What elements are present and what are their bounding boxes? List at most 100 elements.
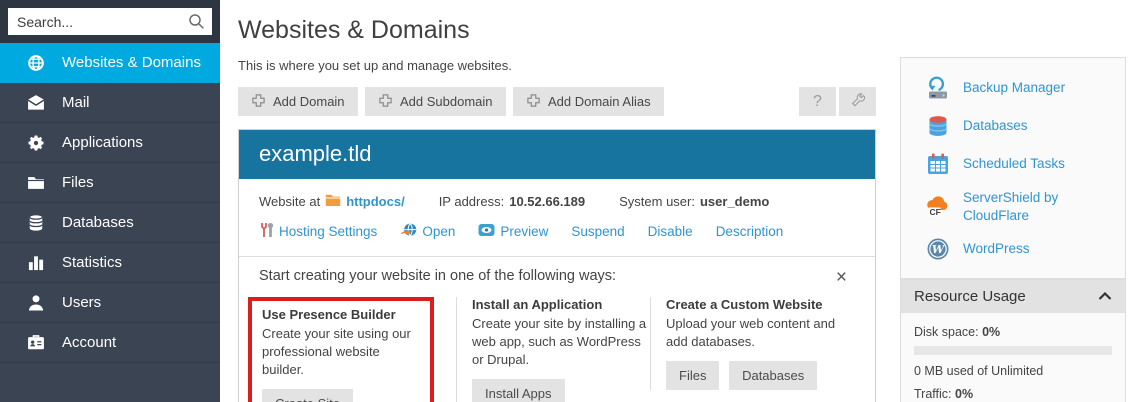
sidebar-item-databases[interactable]: Databases [0, 203, 220, 243]
gear-icon [26, 133, 46, 153]
svg-text:W: W [932, 243, 946, 256]
cloudflare-icon: CF [925, 194, 951, 220]
create-site-button[interactable]: Create Site [262, 389, 353, 402]
sidebar-item-users[interactable]: Users [0, 283, 220, 323]
website-at-label: Website at [259, 194, 320, 209]
preview-link[interactable]: Preview [478, 223, 548, 240]
install-apps-button[interactable]: Install Apps [472, 379, 565, 402]
wordpress-link[interactable]: W WordPress [901, 230, 1125, 268]
page-title: Websites & Domains [238, 16, 876, 45]
option-description: Create your site by installing a web app… [472, 315, 650, 369]
sidebar-item-label: Applications [62, 134, 143, 151]
website-options: Use Presence Builder Create your site us… [259, 297, 855, 402]
option-title: Use Presence Builder [262, 307, 420, 322]
option-description: Create your site using our professional … [262, 325, 420, 379]
folder-icon [26, 173, 46, 193]
id-card-icon [26, 333, 46, 353]
httpdocs-link[interactable]: httpdocs/ [346, 194, 405, 209]
description-link[interactable]: Description [716, 224, 784, 239]
chevron-up-icon [1098, 288, 1112, 305]
sidebar-item-account[interactable]: Account [0, 323, 220, 363]
calendar-icon [925, 151, 951, 177]
eye-icon [478, 223, 495, 240]
question-icon: ? [813, 93, 822, 111]
sidebar-item-files[interactable]: Files [0, 163, 220, 203]
add-domain-button[interactable]: Add Domain [238, 87, 358, 116]
domain-info-row: Website at httpdocs/ IP address: 10.52.6… [259, 193, 855, 210]
domain-name: example.tld [239, 130, 875, 179]
main-content: Websites & Domains This is where you set… [238, 0, 876, 402]
plesk-page: Websites & Domains Mail Applications Fil… [0, 0, 1144, 402]
settings-button[interactable] [839, 87, 876, 116]
person-icon [26, 293, 46, 313]
start-prompt: Start creating your website in one of th… [259, 268, 616, 284]
backup-manager-link[interactable]: Backup Manager [901, 69, 1125, 107]
sidebar-item-label: Mail [62, 94, 90, 111]
wordpress-icon: W [925, 236, 951, 262]
databases-link[interactable]: Databases [901, 107, 1125, 145]
tools-panel: Backup Manager Databases Scheduled Tasks… [900, 57, 1126, 279]
sidebar-item-mail[interactable]: Mail [0, 83, 220, 123]
page-subtitle: This is where you set up and manage webs… [238, 58, 876, 73]
disk-used-line: 0 MB used of Unlimited [914, 364, 1112, 378]
plus-icon [526, 93, 541, 111]
option-title: Create a Custom Website [666, 297, 840, 312]
disk-space-value: 0% [982, 325, 1000, 339]
database-icon [26, 213, 46, 233]
option-install-application: Install an Application Create your site … [456, 297, 650, 402]
search-icon[interactable] [188, 13, 205, 35]
domain-card: example.tld Website at httpdocs/ IP addr… [238, 129, 876, 402]
sidebar-item-label: Websites & Domains [62, 54, 201, 71]
open-link[interactable]: Open [400, 222, 455, 241]
tools-icon [259, 222, 274, 241]
databases-button[interactable]: Databases [729, 361, 817, 390]
files-button[interactable]: Files [666, 361, 719, 390]
add-domain-alias-button[interactable]: Add Domain Alias [513, 87, 664, 116]
sidebar: Websites & Domains Mail Applications Fil… [0, 0, 220, 402]
plus-icon [378, 93, 393, 111]
ip-value: 10.52.66.189 [509, 194, 585, 209]
sidebar-item-label: Statistics [62, 254, 122, 271]
disk-space-line: Disk space: 0% [914, 325, 1112, 339]
resource-usage-header[interactable]: Resource Usage [901, 280, 1125, 313]
sidebar-item-websites-domains[interactable]: Websites & Domains [0, 43, 220, 83]
hosting-settings-link[interactable]: Hosting Settings [259, 222, 377, 241]
help-button[interactable]: ? [799, 87, 836, 116]
database-color-icon [925, 113, 951, 139]
bar-chart-icon [26, 253, 46, 273]
domain-actions-row: Hosting Settings Open Preview Suspend [259, 222, 855, 241]
suspend-link[interactable]: Suspend [571, 224, 624, 239]
sidebar-item-applications[interactable]: Applications [0, 123, 220, 163]
traffic-value: 0% [955, 387, 973, 401]
disk-space-meter [914, 346, 1112, 355]
option-presence-builder: Use Presence Builder Create your site us… [248, 297, 434, 402]
add-subdomain-button[interactable]: Add Subdomain [365, 87, 506, 116]
envelope-icon [26, 93, 46, 113]
open-site-icon [400, 222, 417, 241]
ip-label: IP address: [439, 194, 505, 209]
servershield-link[interactable]: CF ServerShield by CloudFlare [901, 183, 1125, 230]
wrench-icon [849, 91, 867, 112]
sidebar-item-label: Account [62, 334, 116, 351]
system-user-value: user_demo [700, 194, 769, 209]
sidebar-item-statistics[interactable]: Statistics [0, 243, 220, 283]
traffic-line: Traffic: 0% [914, 387, 1112, 401]
toolbar: Add Domain Add Subdomain Add Domain Alia… [238, 87, 876, 116]
search-input[interactable] [8, 8, 212, 35]
disable-link[interactable]: Disable [648, 224, 693, 239]
resource-usage-title: Resource Usage [914, 288, 1026, 305]
folder-icon [325, 193, 341, 210]
search-area [0, 0, 220, 43]
sidebar-item-label: Files [62, 174, 94, 191]
option-description: Upload your web content and add database… [666, 315, 840, 351]
scheduled-tasks-link[interactable]: Scheduled Tasks [901, 145, 1125, 183]
start-creating-section: Start creating your website in one of th… [239, 256, 875, 402]
resource-usage-panel: Resource Usage Disk space: 0% 0 MB used … [900, 279, 1126, 402]
option-title: Install an Application [472, 297, 650, 312]
sidebar-item-label: Users [62, 294, 101, 311]
close-icon[interactable]: × [836, 268, 847, 287]
svg-text:CF: CF [930, 207, 941, 217]
backup-icon [925, 75, 951, 101]
globe-icon [26, 53, 46, 73]
system-user-label: System user: [619, 194, 695, 209]
